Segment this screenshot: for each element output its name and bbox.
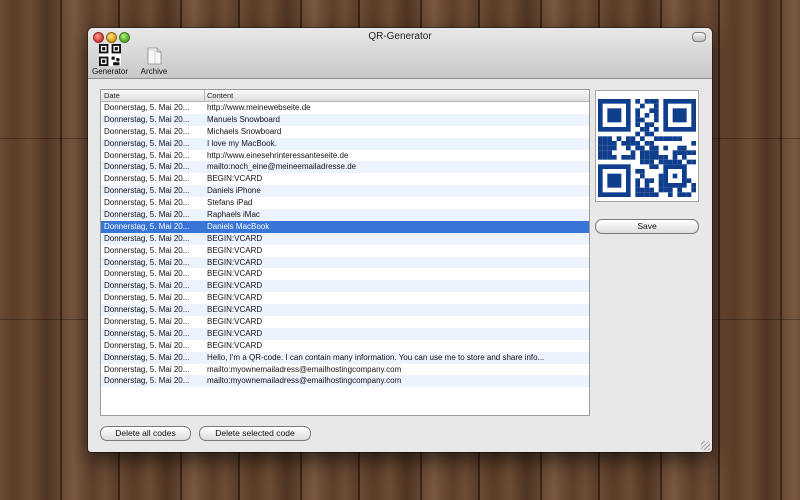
- table-row[interactable]: Donnerstag, 5. Mai 20... Hello, I'm a QR-…: [101, 351, 589, 364]
- table-row[interactable]: Donnerstag, 5. Mai 20... Manuels Snowboar…: [101, 113, 589, 126]
- cell-date: Donnerstag, 5. Mai 20...: [104, 186, 190, 196]
- cell-date: Donnerstag, 5. Mai 20...: [104, 245, 190, 255]
- table-row[interactable]: Donnerstag, 5. Mai 20... mailto:noch_eine…: [101, 161, 589, 174]
- save-button[interactable]: Save: [595, 219, 699, 234]
- cell-date: Donnerstag, 5. Mai 20...: [104, 221, 190, 231]
- table-row[interactable]: Donnerstag, 5. Mai 20... mailto:myownemai…: [101, 375, 589, 388]
- cell-content: Stefans iPad: [207, 198, 253, 208]
- cell-content: BEGIN:VCARD: [207, 317, 263, 327]
- toolbar-archive-button[interactable]: Archive: [132, 44, 176, 76]
- cell-date: Donnerstag, 5. Mai 20...: [104, 293, 190, 303]
- cell-content: Raphaels iMac: [207, 210, 260, 220]
- cell-content: Daniels MacBook: [207, 221, 270, 231]
- cell-content: http://www.einesehrinteressanteseite.de: [207, 150, 349, 160]
- table-row[interactable]: Donnerstag, 5. Mai 20... BEGIN:VCARD: [101, 173, 589, 185]
- table-header: Date Content: [101, 90, 589, 102]
- table-row[interactable]: Donnerstag, 5. Mai 20... I love my MacBoo…: [101, 137, 589, 150]
- table-row[interactable]: Donnerstag, 5. Mai 20... BEGIN:VCARD: [101, 232, 589, 245]
- table-row[interactable]: Donnerstag, 5. Mai 20... http://www.eines…: [101, 150, 589, 162]
- cell-date: Donnerstag, 5. Mai 20...: [104, 317, 190, 327]
- cell-content: BEGIN:VCARD: [207, 257, 263, 267]
- cell-content: Hello, I'm a QR-code. I can contain many…: [207, 352, 545, 362]
- cell-date: Donnerstag, 5. Mai 20...: [104, 352, 190, 362]
- resize-grip[interactable]: [701, 441, 710, 450]
- cell-date: Donnerstag, 5. Mai 20...: [104, 114, 190, 124]
- cell-content: BEGIN:VCARD: [207, 269, 263, 279]
- delete-selected-code-button[interactable]: Delete selected code: [199, 426, 311, 441]
- cell-content: mailto:myownemailadress@emailhostingcomp…: [207, 376, 402, 386]
- cell-date: Donnerstag, 5. Mai 20...: [104, 174, 190, 184]
- table-row[interactable]: Donnerstag, 5. Mai 20... BEGIN:VCARD: [101, 304, 589, 317]
- cell-content: mailto:noch_eine@meineemailadresse.de: [207, 162, 357, 172]
- table-row[interactable]: Donnerstag, 5. Mai 20... BEGIN:VCARD: [101, 340, 589, 352]
- column-header-date[interactable]: Date: [104, 91, 120, 100]
- cell-content: BEGIN:VCARD: [207, 245, 263, 255]
- table-row[interactable]: Donnerstag, 5. Mai 20... BEGIN:VCARD: [101, 292, 589, 304]
- table-row[interactable]: Donnerstag, 5. Mai 20... mailto:myownemai…: [101, 364, 589, 376]
- table-body: Donnerstag, 5. Mai 20... http://www.meine…: [101, 102, 589, 388]
- archive-icon: [143, 44, 165, 66]
- cell-date: Donnerstag, 5. Mai 20...: [104, 150, 190, 160]
- cell-date: Donnerstag, 5. Mai 20...: [104, 138, 190, 148]
- cell-content: BEGIN:VCARD: [207, 281, 263, 291]
- column-header-content[interactable]: Content: [207, 91, 233, 100]
- table-row[interactable]: Donnerstag, 5. Mai 20... BEGIN:VCARD: [101, 245, 589, 257]
- codes-table[interactable]: Date Content Donnerstag, 5. Mai 20... htt…: [100, 89, 590, 416]
- table-row[interactable]: Donnerstag, 5. Mai 20... BEGIN:VCARD: [101, 327, 589, 340]
- cell-content: BEGIN:VCARD: [207, 328, 263, 338]
- table-row[interactable]: Donnerstag, 5. Mai 20... Daniels MacBook: [101, 220, 589, 233]
- cell-date: Donnerstag, 5. Mai 20...: [104, 210, 190, 220]
- cell-date: Donnerstag, 5. Mai 20...: [104, 364, 190, 374]
- qr-preview: [595, 90, 699, 202]
- table-row[interactable]: Donnerstag, 5. Mai 20... BEGIN:VCARD: [101, 316, 589, 328]
- cell-content: BEGIN:VCARD: [207, 340, 263, 350]
- cell-date: Donnerstag, 5. Mai 20...: [104, 328, 190, 338]
- cell-date: Donnerstag, 5. Mai 20...: [104, 233, 190, 243]
- cell-content: Michaels Snowboard: [207, 126, 282, 136]
- cell-date: Donnerstag, 5. Mai 20...: [104, 198, 190, 208]
- toolbar-archive-label: Archive: [140, 67, 168, 76]
- cell-date: Donnerstag, 5. Mai 20...: [104, 103, 190, 112]
- table-row[interactable]: Donnerstag, 5. Mai 20... BEGIN:VCARD: [101, 268, 589, 280]
- table-row[interactable]: Donnerstag, 5. Mai 20... Michaels Snowboa…: [101, 126, 589, 138]
- window-title: QR-Generator: [368, 31, 432, 42]
- cell-content: BEGIN:VCARD: [207, 293, 263, 303]
- app-window: QR-Generator Generator Archive Date Cont…: [88, 28, 712, 452]
- cell-date: Donnerstag, 5. Mai 20...: [104, 305, 190, 315]
- table-row[interactable]: Donnerstag, 5. Mai 20... http://www.meine…: [101, 102, 589, 114]
- delete-all-codes-button[interactable]: Delete all codes: [100, 426, 191, 441]
- cell-date: Donnerstag, 5. Mai 20...: [104, 376, 190, 386]
- table-row[interactable]: Donnerstag, 5. Mai 20... Stefans iPad: [101, 197, 589, 209]
- qr-code-icon: [99, 44, 121, 66]
- cell-date: Donnerstag, 5. Mai 20...: [104, 269, 190, 279]
- cell-date: Donnerstag, 5. Mai 20...: [104, 281, 190, 291]
- cell-date: Donnerstag, 5. Mai 20...: [104, 257, 190, 267]
- qr-code-image: [598, 99, 696, 197]
- table-row[interactable]: Donnerstag, 5. Mai 20... Daniels iPhone: [101, 185, 589, 198]
- toolbar-generator-button[interactable]: Generator: [88, 44, 132, 76]
- cell-content: Manuels Snowboard: [207, 114, 280, 124]
- cell-date: Donnerstag, 5. Mai 20...: [104, 126, 190, 136]
- table-row[interactable]: Donnerstag, 5. Mai 20... BEGIN:VCARD: [101, 256, 589, 269]
- toolbar-generator-label: Generator: [91, 67, 129, 76]
- column-divider[interactable]: [204, 90, 205, 101]
- cell-content: BEGIN:VCARD: [207, 233, 263, 243]
- table-row[interactable]: Donnerstag, 5. Mai 20... Raphaels iMac: [101, 209, 589, 221]
- cell-content: Daniels iPhone: [207, 186, 261, 196]
- cell-date: Donnerstag, 5. Mai 20...: [104, 162, 190, 172]
- cell-content: BEGIN:VCARD: [207, 174, 263, 184]
- toolbar-toggle-button[interactable]: [692, 32, 706, 42]
- cell-content: BEGIN:VCARD: [207, 305, 263, 315]
- cell-content: I love my MacBook.: [207, 138, 277, 148]
- cell-date: Donnerstag, 5. Mai 20...: [104, 340, 190, 350]
- table-row[interactable]: Donnerstag, 5. Mai 20... BEGIN:VCARD: [101, 280, 589, 293]
- cell-content: mailto:myownemailadress@emailhostingcomp…: [207, 364, 402, 374]
- toolbar: QR-Generator Generator Archive: [88, 28, 712, 79]
- cell-content: http://www.meinewebseite.de: [207, 103, 311, 112]
